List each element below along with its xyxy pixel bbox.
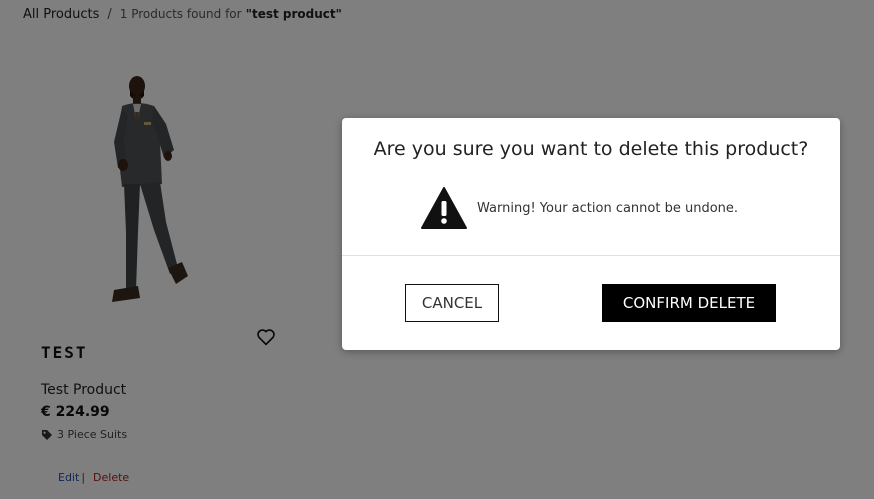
warning-triangle-icon [421, 187, 467, 229]
cancel-button[interactable]: CANCEL [405, 284, 499, 322]
delete-confirmation-modal: Are you sure you want to delete this pro… [342, 118, 840, 350]
modal-divider [342, 255, 840, 256]
confirm-delete-button[interactable]: CONFIRM DELETE [602, 284, 776, 322]
warning-text: Warning! Your action cannot be undone. [477, 200, 739, 216]
modal-title: Are you sure you want to delete this pro… [373, 138, 809, 160]
warning-row: Warning! Your action cannot be undone. [420, 186, 738, 230]
